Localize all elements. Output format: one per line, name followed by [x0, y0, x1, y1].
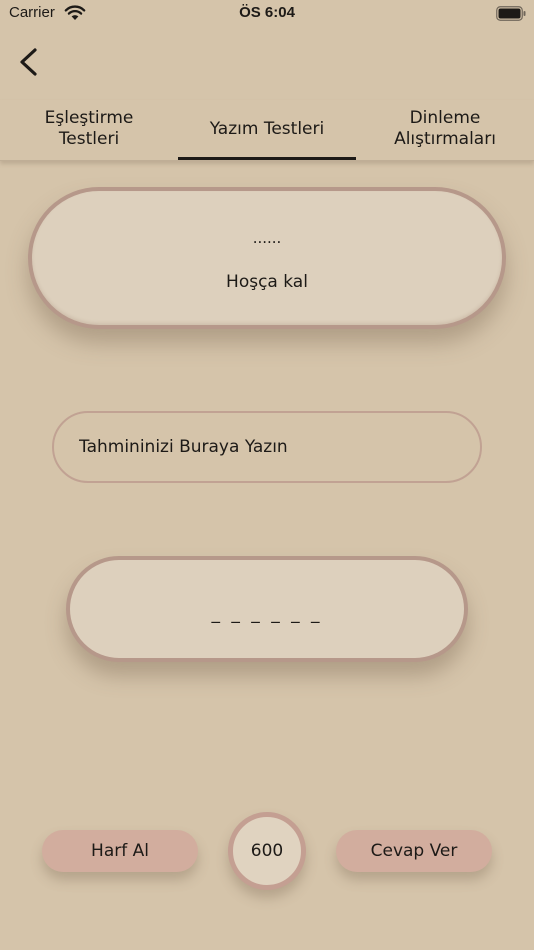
battery-icon [496, 6, 526, 21]
back-button[interactable] [14, 44, 46, 80]
word-hint: ...... [252, 229, 282, 247]
submit-answer-button[interactable]: Cevap Ver [336, 830, 492, 872]
status-time: ÖS 6:04 [239, 4, 295, 21]
tab-bar: Eşleştirme Testleri Yazım Testleri Dinle… [0, 100, 534, 161]
guess-input[interactable] [52, 411, 482, 483]
back-chevron-icon [20, 48, 37, 76]
selected-tab-indicator [178, 157, 356, 160]
word-text: Hoşça kal [226, 272, 308, 292]
tab-listening-exercises[interactable]: Dinleme Alıştırmaları [356, 100, 534, 158]
score-badge: 600 [228, 812, 306, 890]
answer-card: _ _ _ _ _ _ [66, 556, 468, 662]
get-letter-button[interactable]: Harf Al [42, 830, 198, 872]
tab-spelling-tests[interactable]: Yazım Testleri [178, 100, 356, 158]
answer-blanks: _ _ _ _ _ _ [211, 604, 323, 624]
status-bar: Carrier ÖS 6:04 [0, 0, 534, 28]
tab-matching-tests[interactable]: Eşleştirme Testleri [0, 100, 178, 158]
word-card: ...... Hoşça kal [28, 187, 506, 329]
